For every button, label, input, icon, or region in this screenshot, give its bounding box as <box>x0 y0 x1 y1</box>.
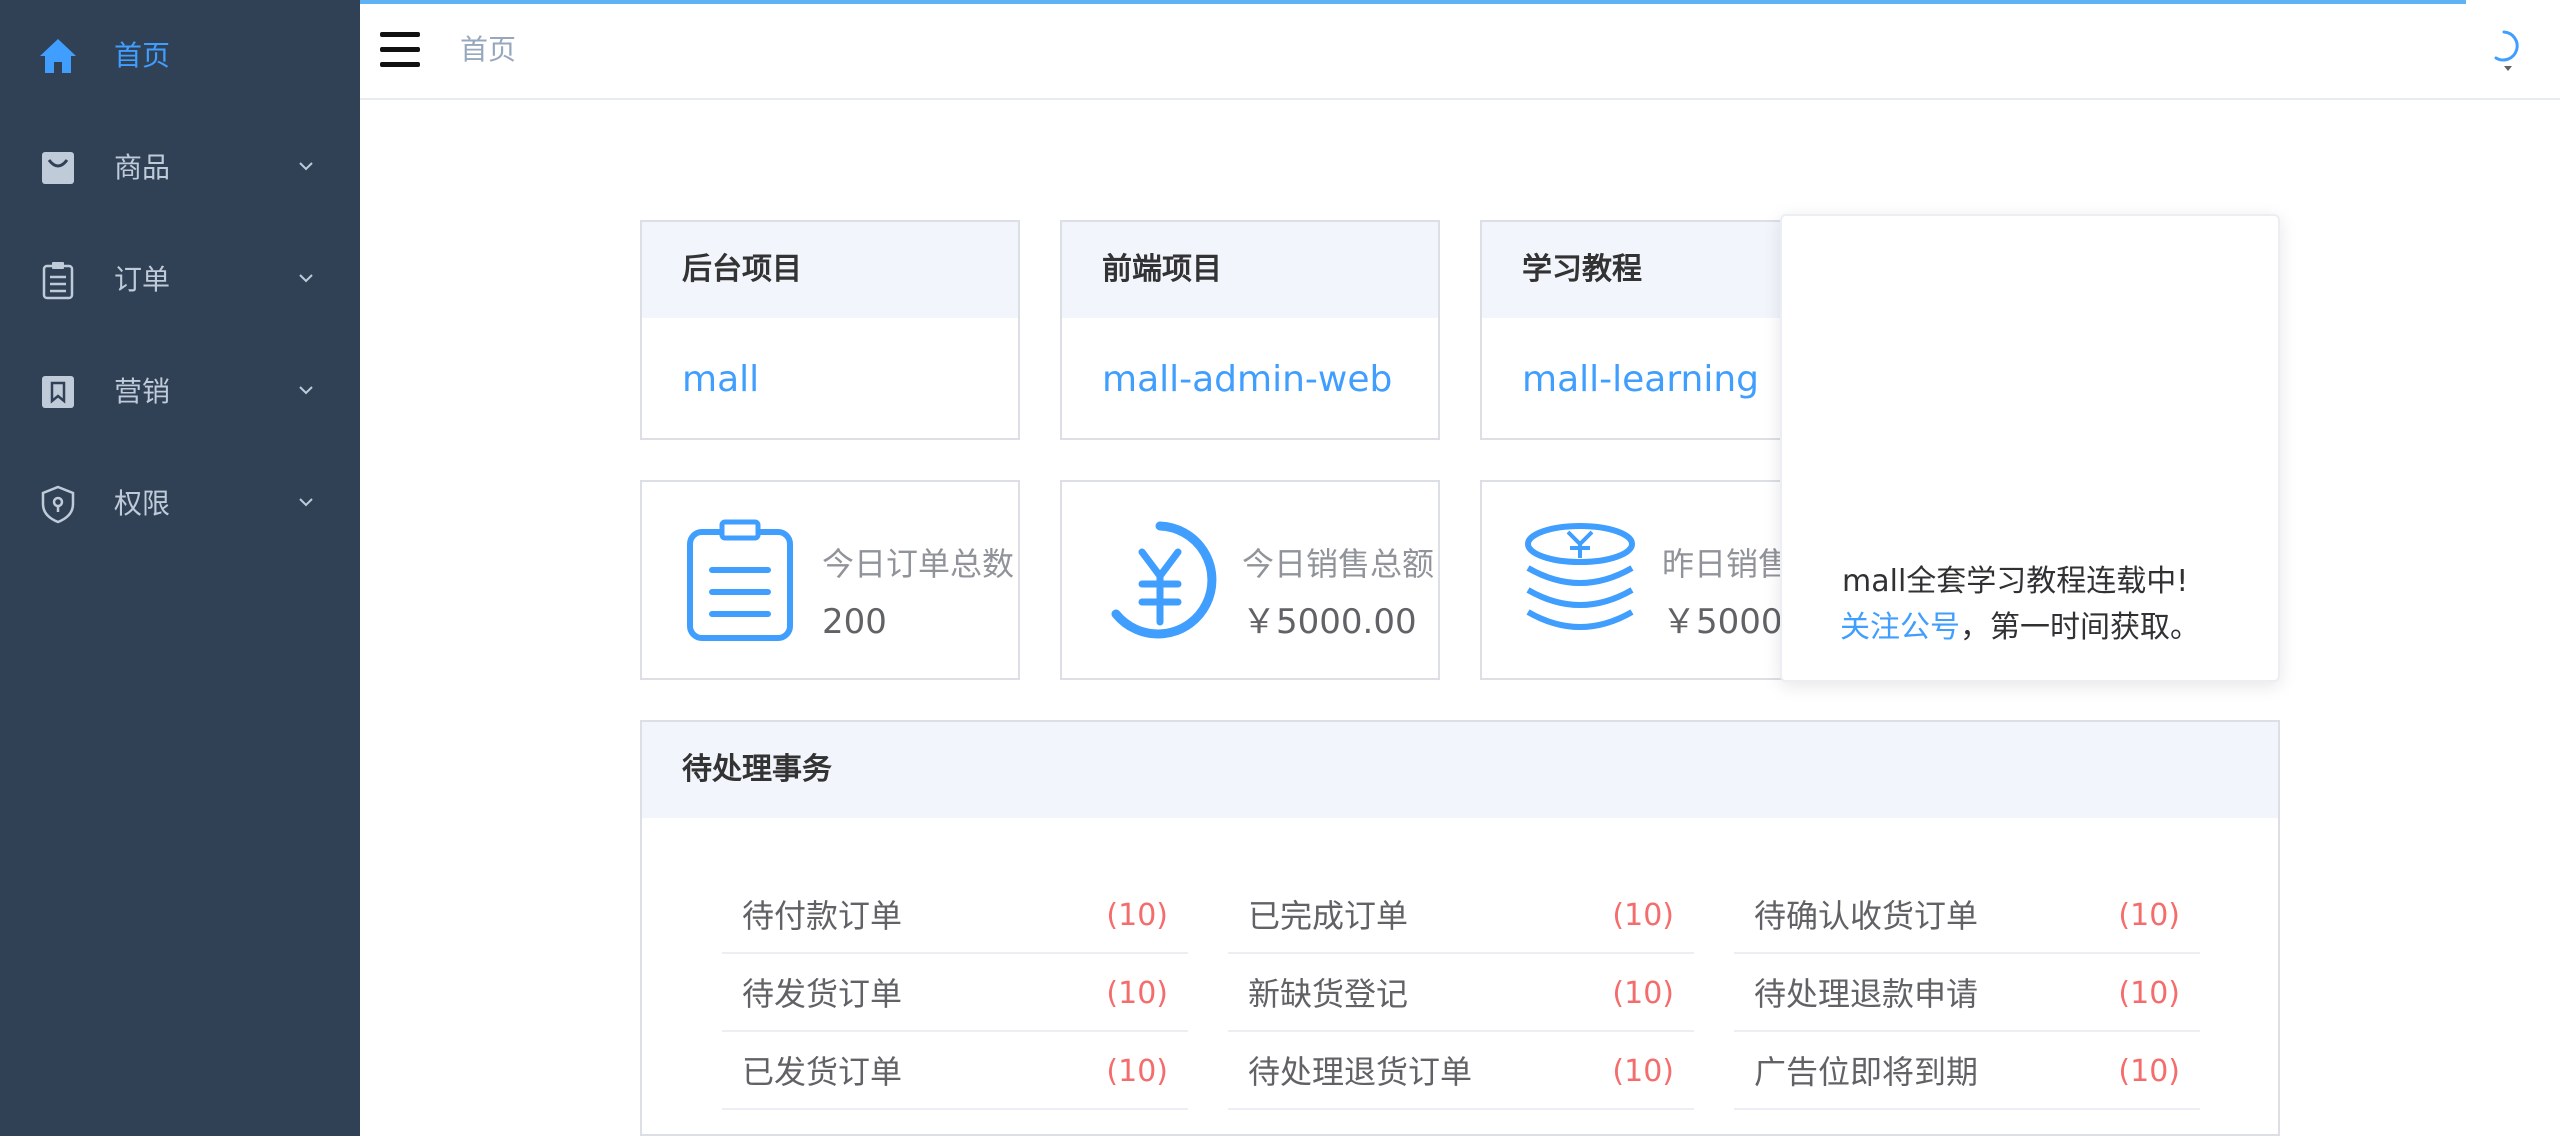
pending-task-label: 待确认收货订单 <box>1754 897 1979 935</box>
pending-task-row[interactable]: 待处理退款申请 (10) <box>1734 954 2200 1032</box>
chevron-down-icon <box>299 498 313 507</box>
popover-text: mall全套学习教程连载中! <box>1842 564 2189 599</box>
clipboard-list-icon <box>687 519 793 641</box>
project-card-title: 后台项目 <box>682 252 802 287</box>
yen-circle-icon <box>1111 521 1217 639</box>
qrcode-popover: mall全套学习教程连载中! 关注公号，第一时间获取。 <box>1780 214 2280 682</box>
stat-value: ￥5000.00 <box>1242 602 1417 642</box>
project-card-title: 学习教程 <box>1522 252 1642 287</box>
sidebar-item-home[interactable]: 首页 <box>0 0 360 112</box>
chevron-down-icon <box>299 162 313 171</box>
sidebar-item-permissions[interactable]: 权限 <box>0 448 360 560</box>
pending-task-count: (10) <box>1106 1054 1168 1089</box>
pending-task-label: 待付款订单 <box>742 897 903 935</box>
pending-task-count: (10) <box>1612 976 1674 1011</box>
pending-task-label: 新缺货登记 <box>1248 975 1409 1013</box>
project-link[interactable]: mall-learning <box>1522 356 1759 404</box>
breadcrumb[interactable]: 首页 <box>460 28 516 72</box>
pending-task-label: 已发货订单 <box>742 1053 903 1091</box>
coins-stack-icon <box>1525 523 1635 630</box>
pending-task-row[interactable]: 待付款订单 (10) <box>722 876 1188 954</box>
pending-task-count: (10) <box>1612 1054 1674 1089</box>
sidebar-item-orders[interactable]: 订单 <box>0 224 360 336</box>
pending-tasks-title: 待处理事务 <box>682 752 832 787</box>
project-card-title: 前端项目 <box>1102 252 1222 287</box>
sidebar-item-label: 权限 <box>114 487 171 520</box>
pending-tasks-panel: 待处理事务 待付款订单 (10) 待发货订单 (10) 已发货订单 (10) 已… <box>640 720 2280 1136</box>
pending-task-label: 广告位即将到期 <box>1754 1053 1979 1091</box>
navbar: 首页 <box>360 0 2560 100</box>
project-card: 前端项目 mall-admin-web <box>1060 220 1440 440</box>
avatar-dropdown-button[interactable] <box>2488 28 2528 72</box>
pending-task-row[interactable]: 待处理退货订单 (10) <box>1228 1032 1694 1110</box>
stat-value: 200 <box>822 602 887 642</box>
sidebar-item-products[interactable]: 商品 <box>0 112 360 224</box>
stat-title: 昨日销售 <box>1662 545 1791 583</box>
shopping-bag-icon <box>42 152 74 184</box>
pending-task-count: (10) <box>1106 976 1168 1011</box>
pending-task-row[interactable]: 已发货订单 (10) <box>722 1032 1188 1110</box>
pending-task-row[interactable]: 待发货订单 (10) <box>722 954 1188 1032</box>
pending-task-count: (10) <box>2118 976 2180 1011</box>
sidebar: 首页 商品 订单 营销 权限 <box>0 0 360 1136</box>
stat-card-sales-today: 今日销售总额 ￥5000.00 <box>1060 480 1440 680</box>
pending-task-count: (10) <box>2118 898 2180 933</box>
pending-task-label: 待发货订单 <box>742 975 903 1013</box>
project-card: 后台项目 mall <box>640 220 1020 440</box>
pending-task-label: 待处理退货订单 <box>1248 1053 1473 1091</box>
hamburger-menu-button[interactable] <box>380 32 420 68</box>
pending-task-count: (10) <box>2118 1054 2180 1089</box>
clipboard-icon <box>42 262 74 300</box>
pending-task-count: (10) <box>1106 898 1168 933</box>
stat-value: ￥5000 <box>1662 602 1783 642</box>
pending-task-row[interactable]: 广告位即将到期 (10) <box>1734 1032 2200 1110</box>
follow-account-link[interactable]: 关注公号 <box>1840 610 1960 645</box>
sidebar-item-label: 商品 <box>114 151 171 184</box>
stat-title: 今日销售总额 <box>1242 545 1435 583</box>
project-link[interactable]: mall <box>682 356 759 404</box>
bookmark-icon <box>42 376 74 408</box>
pending-task-count: (10) <box>1612 898 1674 933</box>
stat-card-orders: 今日订单总数 200 <box>640 480 1020 680</box>
popover-subtext: 关注公号，第一时间获取。 <box>1840 606 2200 650</box>
sidebar-item-label: 营销 <box>114 375 171 408</box>
stat-title: 今日订单总数 <box>822 545 1015 583</box>
sidebar-item-marketing[interactable]: 营销 <box>0 336 360 448</box>
home-icon <box>40 39 76 73</box>
popover-subtext-rest: ，第一时间获取。 <box>1960 610 2200 645</box>
pending-task-label: 已完成订单 <box>1248 897 1409 935</box>
pending-task-label: 待处理退款申请 <box>1754 975 1979 1013</box>
pending-task-row[interactable]: 新缺货登记 (10) <box>1228 954 1694 1032</box>
pending-task-row[interactable]: 待确认收货订单 (10) <box>1734 876 2200 954</box>
chevron-down-icon <box>299 274 313 283</box>
sidebar-item-label: 订单 <box>114 263 171 296</box>
chevron-down-icon <box>299 386 313 395</box>
pending-task-row[interactable]: 已完成订单 (10) <box>1228 876 1694 954</box>
shield-icon <box>41 485 75 524</box>
sidebar-item-label: 首页 <box>114 39 171 72</box>
project-link[interactable]: mall-admin-web <box>1102 356 1392 404</box>
loading-progress-bar <box>360 0 2466 4</box>
